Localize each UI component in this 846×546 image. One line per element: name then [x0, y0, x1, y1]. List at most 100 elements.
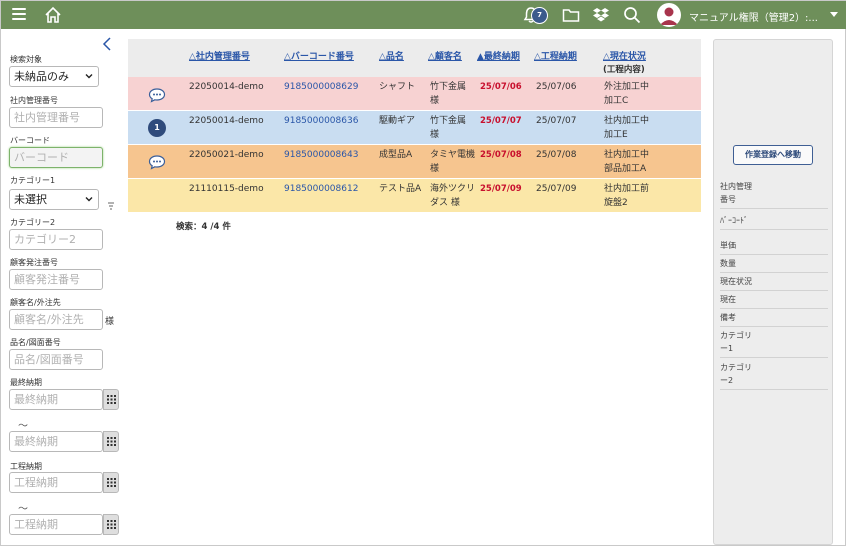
cell-process-due: 25/07/08 [536, 150, 577, 160]
item-input[interactable]: 品名/図面番号 [9, 349, 103, 370]
internal-no-input[interactable]: 社内管理番号 [9, 107, 103, 128]
cell-customer-suffix: ダス 様 [430, 198, 460, 208]
table-row[interactable]: 21110115-demo 9185000008612 テスト品A 海外ツクリ … [128, 179, 701, 212]
cell-barcode-link[interactable]: 9185000008636 [284, 114, 358, 128]
cell-final-due: 25/07/08 [480, 150, 522, 160]
collapse-panel-icon[interactable] [102, 37, 112, 51]
comment-count-badge[interactable]: 1 [148, 119, 166, 137]
detail-field-line: 現在状況 [720, 277, 752, 286]
status-subheader: (工程内容) [603, 65, 645, 75]
cell-process: 旋盤2 [604, 198, 628, 208]
range-separator: 〜 [18, 421, 28, 432]
cell-process: 加工E [604, 130, 628, 140]
cell-process: 加工C [604, 96, 629, 106]
table-row[interactable]: 22050014-demo 9185000008629 シャフト 竹下金属 様 … [128, 77, 701, 110]
customer-label: 顧客名/外注先 [10, 298, 61, 307]
hamburger-menu-icon[interactable] [12, 8, 26, 21]
detail-field-line: ー2 [720, 376, 734, 385]
internal-no-label: 社内管理番号 [10, 96, 58, 105]
detail-field-label: 数量 [720, 257, 828, 273]
user-name[interactable]: マニュアル権限（管理2）:... [689, 9, 818, 24]
range-separator: 〜 [18, 504, 28, 515]
cell-final-due: 25/07/06 [480, 82, 522, 92]
comment-icon[interactable] [148, 154, 166, 170]
sort-customer[interactable]: △顧客名 [428, 49, 462, 62]
final-due-from-input[interactable]: 最終納期 [9, 389, 103, 410]
detail-field-line: 備考 [720, 313, 736, 322]
sort-barcode[interactable]: △バーコード番号 [284, 49, 354, 62]
process-due-from-input[interactable]: 工程納期 [9, 472, 103, 493]
category1-label: カテゴリー1 [10, 176, 56, 185]
cell-customer: タミヤ電機 [430, 150, 476, 160]
cell-process-due: 25/07/06 [536, 82, 577, 92]
cell-item: 成型品A [379, 150, 413, 160]
detail-field-line: 数量 [720, 259, 736, 268]
cell-barcode-link[interactable]: 9185000008629 [284, 80, 358, 94]
comment-icon[interactable] [148, 87, 166, 103]
chevron-down-icon [85, 74, 93, 79]
search-target-label: 検索対象 [10, 55, 42, 64]
search-panel: 検索対象 未納品のみ 社内管理番号 社内管理番号 バーコード バーコード カテゴ… [1, 29, 125, 546]
table-row[interactable]: 1 22050014-demo 9185000008636 駆動ギア 竹下金属 … [128, 111, 701, 144]
cell-internal-no: 22050014-demo [189, 82, 264, 92]
go-to-work-registration-button[interactable]: 作業登録へ移動 [733, 145, 813, 165]
top-bar: 7 マニュアル権限（管理2）:... [1, 1, 846, 29]
cell-status: 社内加工中 [604, 150, 650, 160]
cell-item: シャフト [379, 82, 416, 92]
final-due-to-calendar-button[interactable] [103, 431, 119, 452]
sort-internal-no[interactable]: △社内管理番号 [189, 49, 250, 62]
detail-field-line: カテゴリ [720, 331, 752, 340]
user-icon [660, 7, 678, 25]
detail-field-label: ﾊﾞｰｺｰﾄﾞ [720, 214, 828, 230]
sort-process-due[interactable]: △工程納期 [534, 49, 577, 62]
cell-customer: 竹下金属 [430, 116, 467, 126]
cell-item: 駆動ギア [379, 116, 416, 126]
customer-input[interactable]: 顧客名/外注先 [9, 309, 103, 330]
detail-panel: 作業登録へ移動 社内管理 番号 ﾊﾞｰｺｰﾄﾞ 単価 数量 現在状況 現在 備考… [713, 39, 833, 545]
avatar[interactable] [657, 3, 681, 27]
cell-process-due: 25/07/07 [536, 116, 577, 126]
detail-field-line: 現在 [720, 295, 736, 304]
notification-badge: 7 [531, 7, 548, 24]
detail-field-label: カテゴリ ー1 [720, 329, 828, 358]
customer-order-input[interactable]: 顧客発注番号 [9, 269, 103, 290]
dropbox-icon[interactable] [592, 7, 610, 23]
category2-label: カテゴリー2 [10, 218, 56, 227]
cell-barcode-link[interactable]: 9185000008612 [284, 182, 358, 196]
search-icon[interactable] [623, 6, 641, 24]
result-count: 検索：4 /4 件 [176, 222, 231, 232]
cell-item: テスト品A [379, 184, 422, 194]
calendar-icon [107, 395, 116, 404]
folder-icon[interactable] [562, 7, 580, 23]
cell-customer-suffix: 様 [430, 96, 440, 106]
process-due-to-input[interactable]: 工程納期 [9, 514, 103, 535]
category2-input[interactable]: カテゴリー2 [9, 229, 103, 250]
barcode-input[interactable]: バーコード [9, 147, 103, 168]
detail-field-label: 備考 [720, 311, 828, 327]
sort-final-due[interactable]: ▲最終納期 [477, 49, 520, 62]
cell-status: 外注加工中 [604, 82, 650, 92]
barcode-label: バーコード [10, 136, 50, 145]
cell-final-due: 25/07/09 [480, 184, 522, 194]
process-due-to-calendar-button[interactable] [103, 514, 119, 535]
final-due-from-calendar-button[interactable] [103, 389, 119, 410]
category1-select[interactable]: 未選択 [9, 189, 99, 210]
filter-icon[interactable] [106, 199, 116, 211]
cell-process-due: 25/07/09 [536, 184, 577, 194]
search-target-select[interactable]: 未納品のみ [9, 66, 99, 87]
detail-field-line: 社内管理 [720, 182, 752, 191]
sort-status[interactable]: △現在状況 [603, 49, 646, 62]
detail-field-label: 単価 [720, 239, 828, 255]
customer-suffix: 様 [105, 317, 115, 327]
sort-item[interactable]: △品名 [379, 49, 404, 62]
home-icon[interactable] [44, 6, 62, 24]
process-due-from-calendar-button[interactable] [103, 472, 119, 493]
table-row[interactable]: 22050021-demo 9185000008643 成型品A タミヤ電機 様… [128, 145, 701, 178]
cell-customer: 竹下金属 [430, 82, 467, 92]
user-menu-caret-icon[interactable] [830, 12, 838, 17]
chevron-down-icon [85, 197, 93, 202]
cell-final-due: 25/07/07 [480, 116, 522, 126]
final-due-to-input[interactable]: 最終納期 [9, 431, 103, 452]
cell-barcode-link[interactable]: 9185000008643 [284, 148, 358, 162]
detail-field-label: 現在状況 [720, 275, 828, 291]
